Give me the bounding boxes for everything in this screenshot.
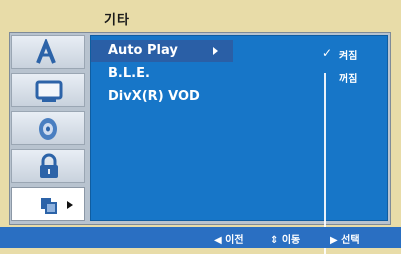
- submenu-arrow-icon: [213, 47, 218, 55]
- display-icon: [35, 80, 63, 102]
- option-label: 켜짐: [339, 51, 358, 62]
- lock-icon: [40, 153, 58, 178]
- option-on[interactable]: ✓ 켜짐: [322, 46, 358, 62]
- hint-select: ▶ 선택: [330, 235, 360, 246]
- hint-move: ⇕ 이동: [270, 235, 301, 246]
- audio-icon: [39, 118, 57, 140]
- check-icon: ✓: [322, 46, 333, 60]
- sidebar-item-others[interactable]: [11, 187, 85, 221]
- sidebar-item-lock[interactable]: [11, 149, 85, 183]
- sidebar-item-display[interactable]: [11, 73, 85, 107]
- page-title: 기타: [104, 13, 130, 28]
- language-icon: [36, 39, 56, 64]
- menu-item-label: DivX(R) VOD: [108, 89, 200, 104]
- option-label: 꺼짐: [339, 74, 358, 85]
- active-pointer-icon: [67, 201, 73, 209]
- sidebar-item-language[interactable]: [11, 35, 85, 69]
- option-off[interactable]: 꺼짐: [339, 70, 357, 85]
- menu-item-divx-vod[interactable]: DivX(R) VOD: [91, 86, 233, 108]
- others-icon: [41, 198, 57, 214]
- hint-prev: ◀ 이전: [214, 235, 244, 246]
- menu-item-label: Auto Play: [108, 43, 178, 58]
- menu-panel: Auto Play B.L.E. DivX(R) VOD ✓ 켜짐 꺼짐: [90, 35, 388, 254]
- menu-item-ble[interactable]: B.L.E.: [91, 63, 233, 85]
- sidebar-item-audio[interactable]: [11, 111, 85, 145]
- menu-item-auto-play[interactable]: Auto Play: [91, 40, 233, 62]
- footer-bar: ◀ 이전 ⇕ 이동 ▶ 선택: [0, 227, 401, 248]
- menu-item-label: B.L.E.: [108, 66, 150, 81]
